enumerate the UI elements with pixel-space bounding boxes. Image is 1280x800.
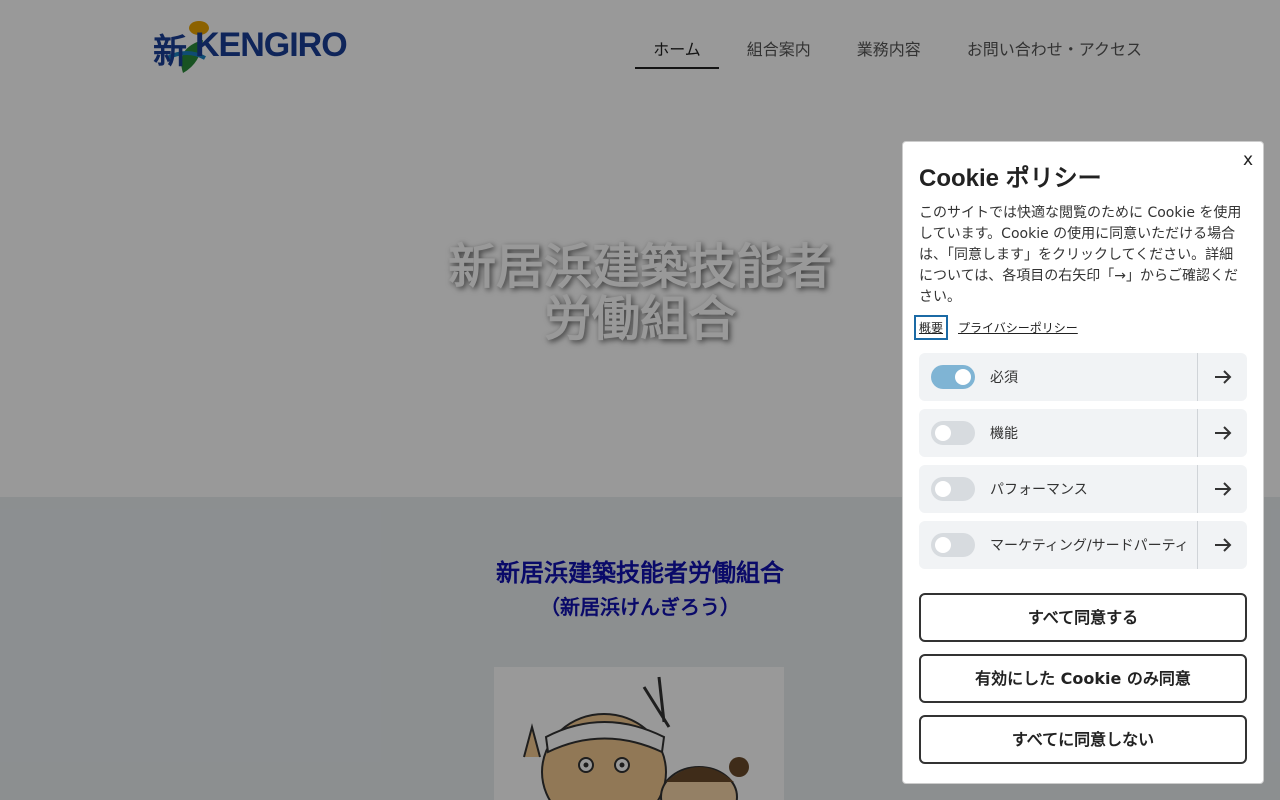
close-button[interactable]: x [1243, 150, 1253, 170]
cookie-policy-dialog: x Cookie ポリシー このサイトでは快適な閲覧のために Cookie を使… [902, 141, 1264, 784]
privacy-policy-link[interactable]: プライバシーポリシー [958, 319, 1078, 336]
accept-all-button[interactable]: すべて同意する [919, 593, 1247, 642]
performance-details-button[interactable] [1197, 465, 1247, 513]
cookie-category-performance: パフォーマンス [919, 465, 1247, 513]
category-label: 必須 [990, 370, 1018, 386]
required-details-button[interactable] [1197, 353, 1247, 401]
category-label: パフォーマンス [990, 482, 1088, 498]
toggle-knob [935, 537, 951, 553]
arrow-right-icon [1214, 538, 1231, 552]
toggle-knob [935, 481, 951, 497]
arrow-right-icon [1214, 482, 1231, 496]
overview-link[interactable]: 概要 [913, 315, 949, 340]
cookie-title: Cookie ポリシー [919, 165, 1102, 192]
toggle-knob [935, 425, 951, 441]
cookie-category-marketing: マーケティング/サードパーティ [919, 521, 1247, 569]
arrow-right-icon [1214, 370, 1231, 384]
marketing-toggle[interactable] [931, 533, 975, 557]
accept-selected-button[interactable]: 有効にした Cookie のみ同意 [919, 654, 1247, 703]
reject-all-button[interactable]: すべてに同意しない [919, 715, 1247, 764]
cookie-category-functional: 機能 [919, 409, 1247, 457]
marketing-details-button[interactable] [1197, 521, 1247, 569]
required-toggle[interactable] [931, 365, 975, 389]
cookie-links: 概要 プライバシーポリシー [913, 315, 1247, 340]
functional-details-button[interactable] [1197, 409, 1247, 457]
toggle-knob [955, 369, 971, 385]
performance-toggle[interactable] [931, 477, 975, 501]
cookie-category-required: 必須 [919, 353, 1247, 401]
cookie-description: このサイトでは快適な閲覧のために Cookie を使用しています。Cookie … [919, 205, 1242, 305]
functional-toggle[interactable] [931, 421, 975, 445]
category-label: 機能 [990, 426, 1018, 442]
arrow-right-icon [1214, 426, 1231, 440]
category-label: マーケティング/サードパーティ [990, 538, 1189, 554]
